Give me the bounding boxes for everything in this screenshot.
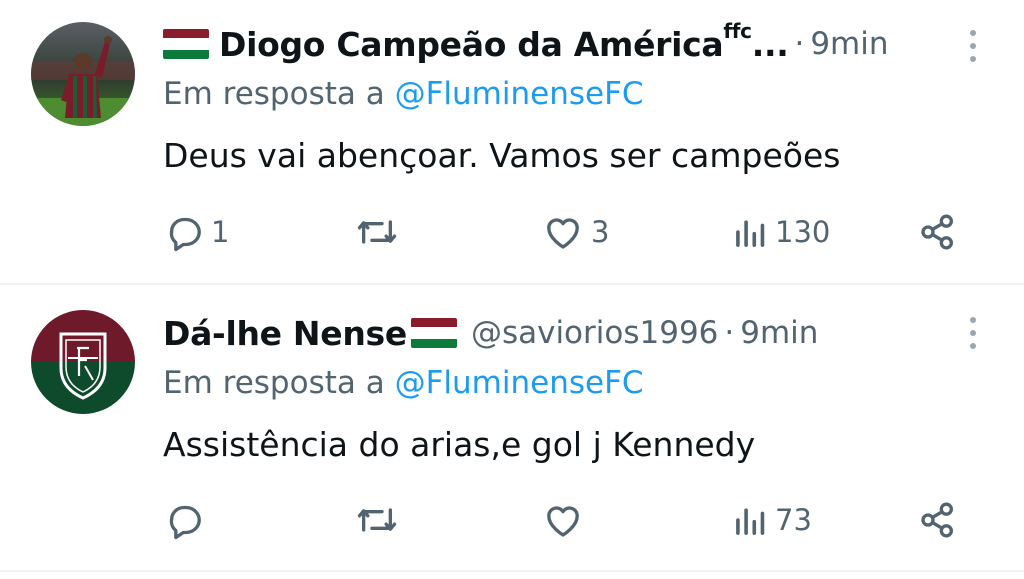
reply-prefix: Em resposta a	[163, 365, 385, 401]
share-button[interactable]	[918, 207, 958, 257]
tweet-header: Dá-lhe Nense @saviorios1996 · 9min	[163, 311, 818, 355]
reply-button[interactable]	[165, 495, 211, 545]
reply-mention-link[interactable]: @FluminenseFC	[395, 365, 644, 401]
tweet-card[interactable]: Diogo Campeão da Américaffc... · 9min Em…	[0, 0, 1024, 284]
like-button[interactable]: 3	[541, 207, 609, 257]
views-icon	[736, 508, 765, 535]
tweet-card[interactable]: Dá-lhe Nense @saviorios1996 · 9min Em re…	[0, 285, 1024, 569]
fluminense-crest-avatar	[31, 310, 135, 414]
retweet-button[interactable]	[355, 207, 405, 257]
tweet-divider	[0, 570, 1024, 572]
views-icon	[736, 220, 765, 247]
view-count: 130	[775, 215, 831, 249]
avatar[interactable]	[31, 310, 135, 414]
tweet-header: Diogo Campeão da Américaffc... · 9min	[163, 19, 889, 66]
separator-dot: ·	[724, 315, 735, 351]
avatar[interactable]	[31, 22, 135, 126]
views-button[interactable]: 130	[733, 207, 830, 257]
name-truncation: ...	[751, 24, 789, 64]
tweet-text: Deus vai abençoar. Vamos ser campeões	[163, 136, 841, 175]
reply-context: Em resposta a @FluminenseFC	[163, 76, 644, 112]
retweet-icon	[357, 220, 397, 244]
reply-prefix: Em resposta a	[163, 76, 385, 112]
heart-icon	[547, 506, 579, 537]
timestamp[interactable]: 9min	[810, 26, 888, 62]
view-count: 73	[775, 503, 812, 537]
display-name[interactable]: Diogo Campeão da Américaffc...	[219, 19, 789, 64]
action-bar: 73	[0, 495, 1024, 545]
fluminense-flag-icon	[163, 29, 209, 59]
separator-dot: ·	[794, 26, 805, 62]
reply-icon	[169, 217, 201, 252]
heart-icon	[547, 218, 579, 249]
like-button[interactable]	[541, 495, 591, 545]
retweet-icon	[357, 508, 397, 532]
like-count: 3	[591, 215, 610, 249]
timestamp[interactable]: 9min	[740, 315, 818, 351]
reply-icon	[169, 505, 201, 540]
retweet-button[interactable]	[355, 495, 405, 545]
share-button[interactable]	[918, 495, 958, 545]
display-name[interactable]: Dá-lhe Nense	[163, 314, 407, 353]
more-icon[interactable]	[968, 30, 978, 62]
share-icon	[921, 502, 953, 538]
views-button[interactable]: 73	[733, 495, 812, 545]
share-icon	[921, 214, 953, 250]
tweet-text: Assistência do arias,e gol j Kennedy	[163, 425, 756, 464]
player-photo	[31, 22, 135, 126]
name-suffix: ffc	[723, 18, 752, 43]
reply-mention-link[interactable]: @FluminenseFC	[395, 76, 644, 112]
action-bar: 1 3 130	[0, 207, 1024, 257]
user-handle[interactable]: @saviorios1996	[471, 315, 718, 351]
reply-context: Em resposta a @FluminenseFC	[163, 365, 644, 401]
reply-count: 1	[211, 215, 230, 249]
more-icon[interactable]	[968, 317, 978, 349]
fluminense-flag-icon	[410, 318, 457, 348]
reply-button[interactable]: 1	[165, 207, 229, 257]
